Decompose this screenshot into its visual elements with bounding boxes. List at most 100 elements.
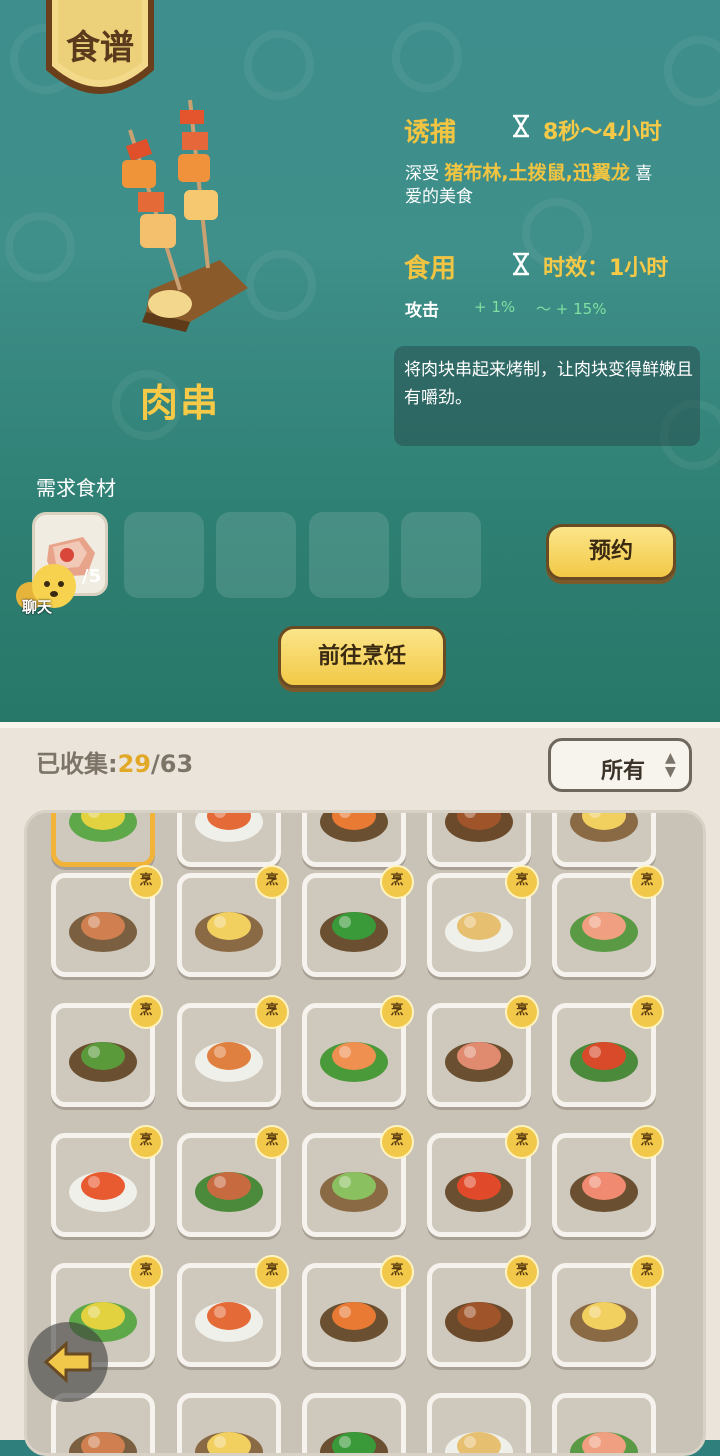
cook-badge-icon: 烹 xyxy=(505,1255,539,1289)
collection-counter: 已收集:29/63 xyxy=(36,744,193,779)
dish-thumbnail-icon xyxy=(445,1042,513,1082)
recipe-cell[interactable] xyxy=(177,1393,281,1453)
swirl-pattern xyxy=(392,22,462,92)
hourglass-icon xyxy=(513,114,529,138)
description-box: 将肉块串起来烤制，让肉块变得鲜嫩且有嚼劲。 xyxy=(394,346,700,446)
dish-thumbnail-icon xyxy=(195,1302,263,1342)
stat-attack-label: 攻击 xyxy=(405,301,439,321)
dish-thumbnail-icon xyxy=(195,912,263,952)
ingredient-slot-empty xyxy=(216,512,296,598)
ingredients-title: 需求食材 xyxy=(36,476,116,500)
recipe-cell[interactable] xyxy=(177,813,281,867)
dish-thumbnail-icon xyxy=(570,1042,638,1082)
dish-thumbnail-icon xyxy=(195,1432,263,1453)
stat-attack-min: + 1% xyxy=(474,298,516,316)
cook-badge-icon: 烹 xyxy=(255,1255,289,1289)
dish-thumbnail-icon xyxy=(570,1302,638,1342)
recipe-cell[interactable] xyxy=(302,1393,406,1453)
dish-thumbnail-icon xyxy=(195,813,263,842)
cook-badge-icon: 烹 xyxy=(129,1255,163,1289)
swirl-pattern xyxy=(664,36,720,106)
swirl-pattern xyxy=(5,212,75,282)
lure-desc-line2: 爱的美食 xyxy=(405,187,473,207)
recipe-grid: 烹烹烹烹烹烹烹烹烹烹烹烹烹烹烹烹烹烹烹烹 xyxy=(24,810,706,1456)
chat-label[interactable]: 聊天 xyxy=(22,596,52,617)
cook-badge-icon: 烹 xyxy=(505,865,539,899)
collection-total: /63 xyxy=(151,750,194,778)
recipe-cell[interactable] xyxy=(427,1393,531,1453)
ingredient-count: /5 xyxy=(82,566,102,587)
dish-thumbnail-icon xyxy=(570,813,638,842)
go-cook-button[interactable]: 前往烹饪 xyxy=(278,626,446,688)
recipe-cell[interactable] xyxy=(552,1393,656,1453)
cook-badge-icon: 烹 xyxy=(630,1125,664,1159)
cook-badge-icon: 烹 xyxy=(630,865,664,899)
dish-thumbnail-icon xyxy=(320,1042,388,1082)
recipe-cell[interactable] xyxy=(51,1393,155,1453)
cook-badge-icon: 烹 xyxy=(505,1125,539,1159)
lure-desc-suffix: 喜 xyxy=(635,164,653,184)
sort-arrows-icon: ▲ ▼ xyxy=(665,750,676,780)
lure-label: 诱捕 xyxy=(404,118,457,148)
dish-thumbnail-icon xyxy=(69,1042,137,1082)
dish-name: 肉串 xyxy=(139,381,220,425)
lure-desc-prefix: 深受 xyxy=(405,164,439,184)
dish-thumbnail-icon xyxy=(320,813,388,842)
cook-badge-icon: 烹 xyxy=(380,995,414,1029)
filter-selected: 所有 xyxy=(601,759,646,784)
cook-badge-icon: 烹 xyxy=(380,1125,414,1159)
eat-time: 时效：1小时 xyxy=(543,256,669,281)
dish-description: 将肉块串起来烤制，让肉块变得鲜嫩且有嚼劲。 xyxy=(404,360,693,408)
recipe-detail-panel: 食谱 肉串 诱捕 8秒～4小时 深受 猪布林,土拨鼠,迅翼龙 喜 爱的美食 食用… xyxy=(0,0,720,722)
dish-thumbnail-icon xyxy=(320,912,388,952)
eat-label: 食用 xyxy=(404,254,457,284)
dish-thumbnail-icon xyxy=(445,1302,513,1342)
recipe-cell[interactable] xyxy=(552,813,656,867)
reserve-button[interactable]: 预约 xyxy=(546,524,676,580)
recipe-banner-title: 食谱 xyxy=(66,28,134,68)
dish-thumbnail-icon xyxy=(320,1302,388,1342)
dish-thumbnail-icon xyxy=(195,1172,263,1212)
cook-badge-icon: 烹 xyxy=(129,1125,163,1159)
cook-badge-icon: 烹 xyxy=(380,865,414,899)
dish-thumbnail-icon xyxy=(69,912,137,952)
dish-thumbnail-icon xyxy=(320,1432,388,1453)
collection-collected: 29 xyxy=(117,750,152,778)
dish-thumbnail-icon xyxy=(445,813,513,842)
collection-panel: 已收集:29/63 所有 ▲ ▼ 烹烹烹烹烹烹烹烹烹烹烹烹烹烹烹烹烹烹烹烹 xyxy=(0,722,720,1456)
back-arrow-icon xyxy=(43,1340,92,1384)
ingredient-slot-empty xyxy=(401,512,481,598)
ingredient-slot-empty xyxy=(124,512,204,598)
dish-thumbnail-icon xyxy=(69,1432,137,1453)
back-button[interactable] xyxy=(28,1322,108,1402)
dish-thumbnail-icon xyxy=(69,813,137,842)
filter-dropdown[interactable]: 所有 ▲ ▼ xyxy=(548,738,692,792)
dish-thumbnail-icon xyxy=(69,1172,137,1212)
recipe-cell[interactable] xyxy=(51,813,155,867)
hourglass-icon xyxy=(513,252,529,276)
cook-badge-icon: 烹 xyxy=(505,995,539,1029)
recipe-cell[interactable] xyxy=(427,813,531,867)
panel-edge xyxy=(0,722,720,728)
cook-badge-icon: 烹 xyxy=(255,995,289,1029)
dish-thumbnail-icon xyxy=(445,1172,513,1212)
dish-thumbnail-icon xyxy=(570,912,638,952)
stat-attack-max: ～ + 15% xyxy=(536,300,607,318)
cook-badge-icon: 烹 xyxy=(129,995,163,1029)
dish-thumbnail-icon xyxy=(570,1172,638,1212)
ingredient-slot-empty xyxy=(309,512,389,598)
dish-thumbnail-icon xyxy=(445,1432,513,1453)
cook-badge-icon: 烹 xyxy=(380,1255,414,1289)
cook-badge-icon: 烹 xyxy=(630,1255,664,1289)
meat-skewer-illustration xyxy=(122,99,248,332)
dish-thumbnail-icon xyxy=(570,1432,638,1453)
collection-label: 已收集: xyxy=(36,750,118,778)
cook-badge-icon: 烹 xyxy=(129,865,163,899)
lure-creatures: 猪布林,土拨鼠,迅翼龙 xyxy=(444,162,630,184)
dish-thumbnail-icon xyxy=(320,1172,388,1212)
dish-thumbnail-icon xyxy=(195,1042,263,1082)
cook-badge-icon: 烹 xyxy=(255,865,289,899)
recipe-cell[interactable] xyxy=(302,813,406,867)
cook-badge-icon: 烹 xyxy=(630,995,664,1029)
cook-badge-icon: 烹 xyxy=(255,1125,289,1159)
